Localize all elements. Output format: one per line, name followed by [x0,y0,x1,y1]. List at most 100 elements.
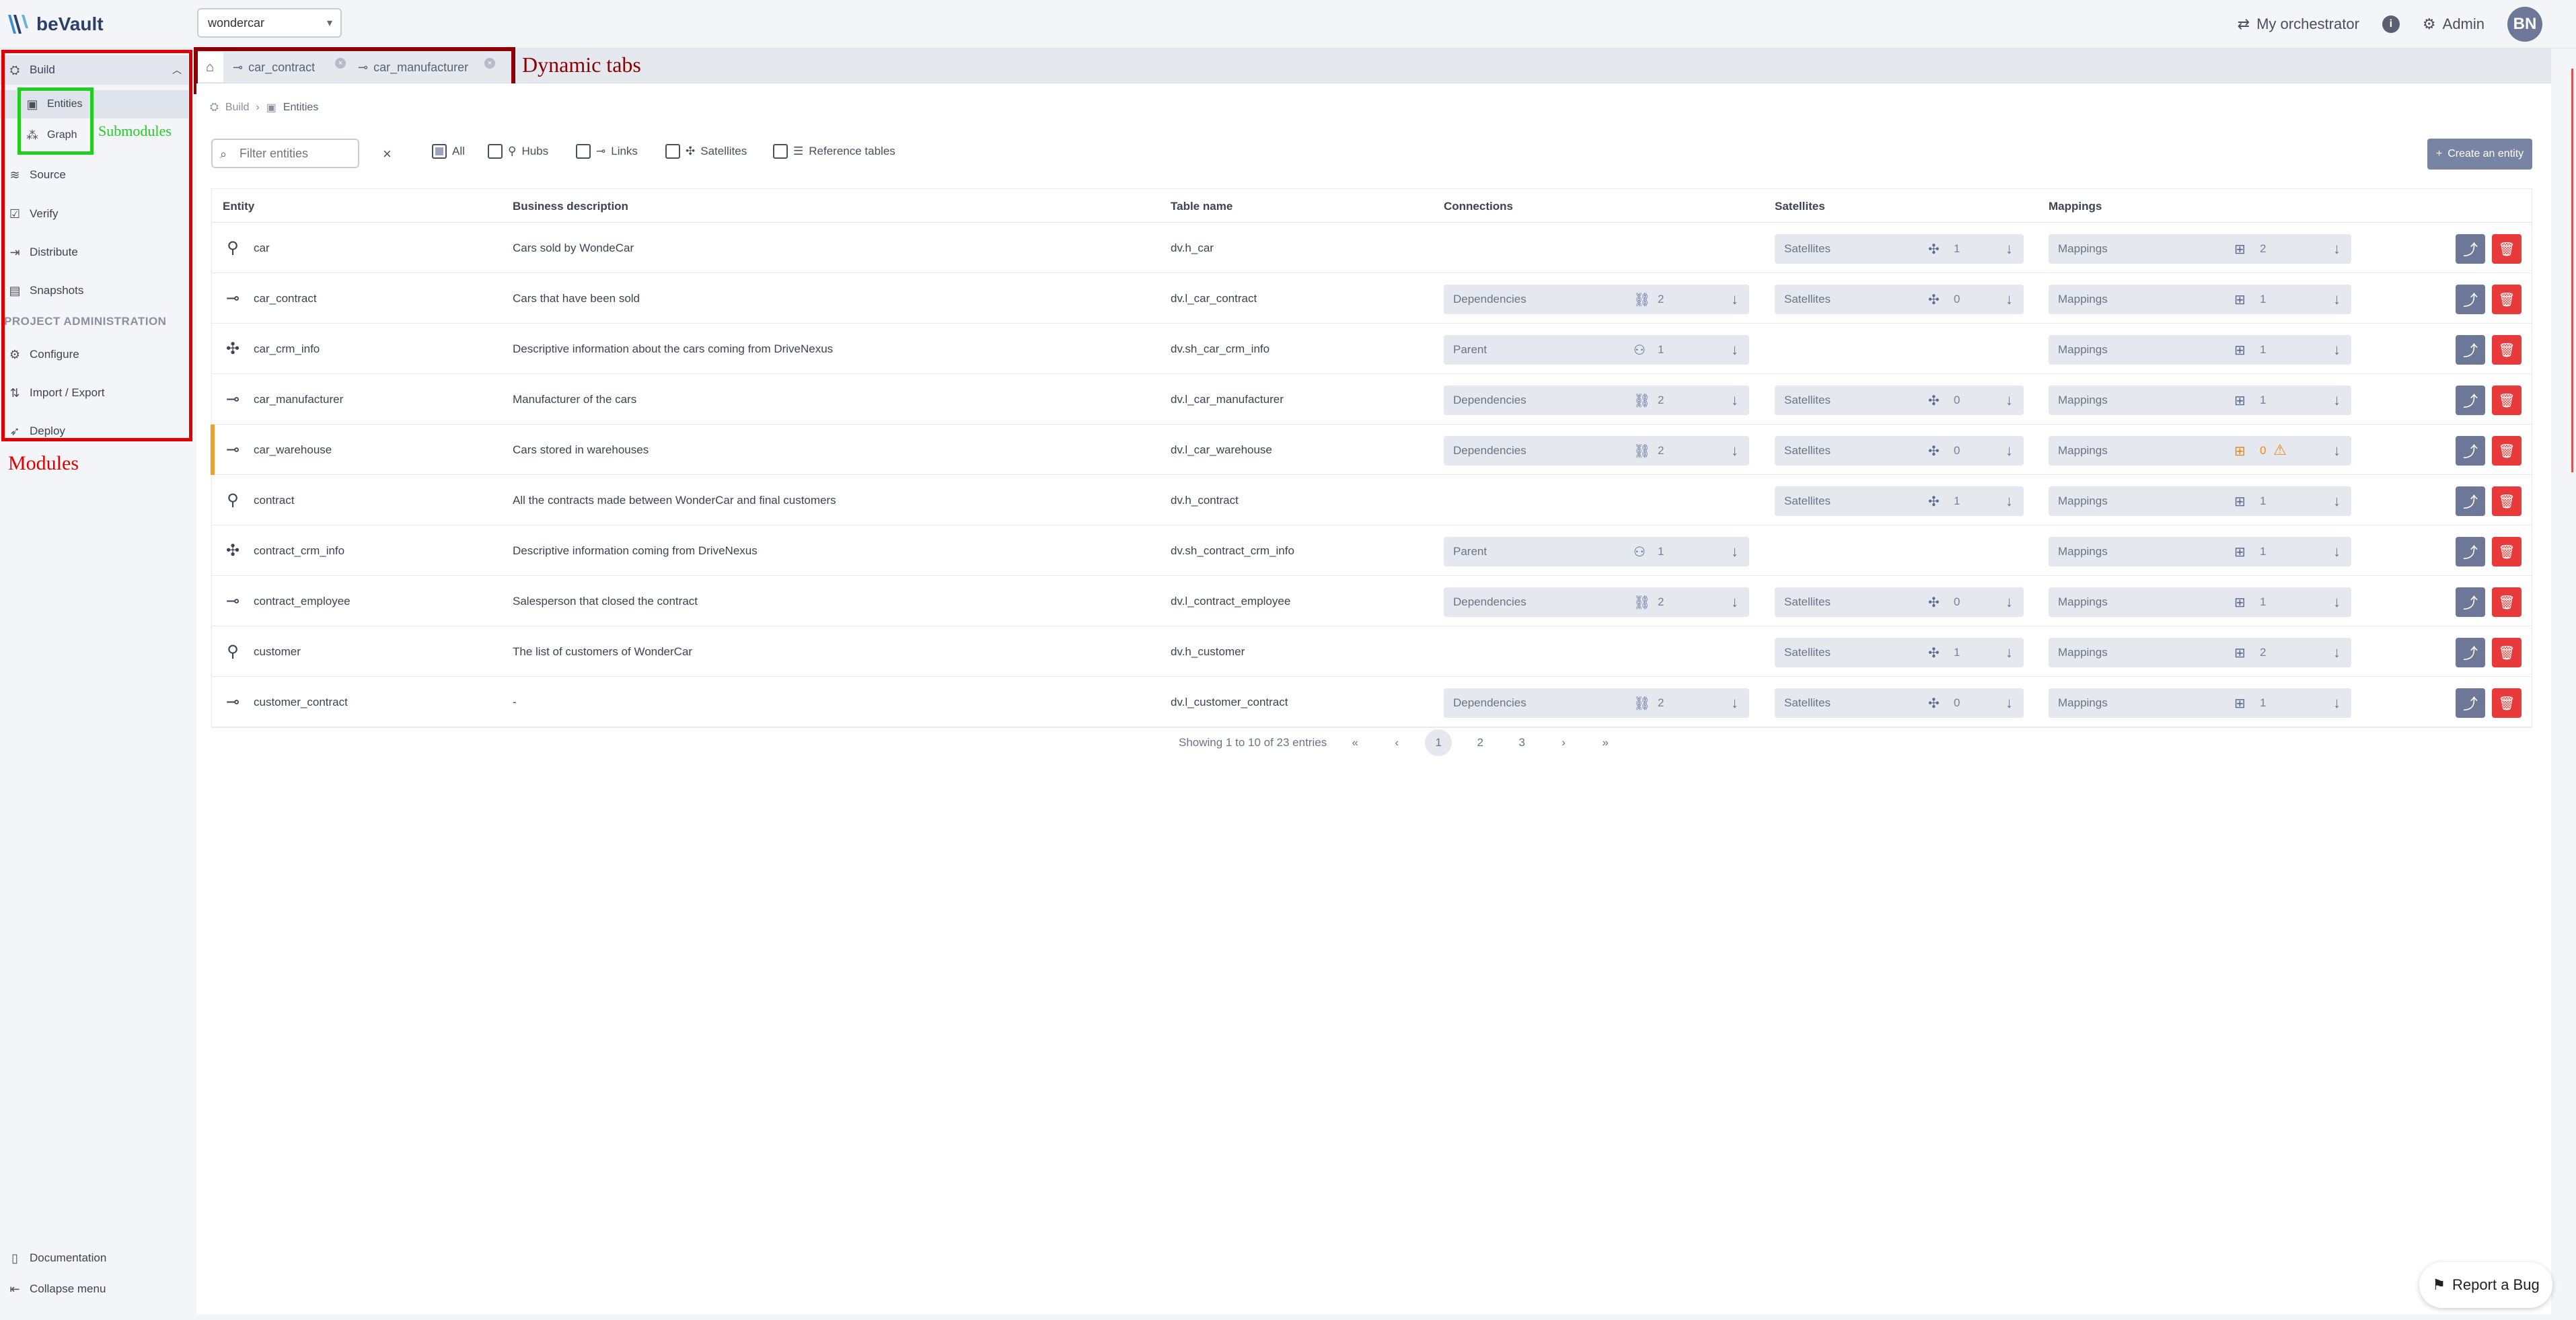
column-header-satellites[interactable]: Satellites [1775,200,1825,213]
arrow-down-icon[interactable]: ↓ [1731,291,1738,308]
column-header-table-name[interactable]: Table name [1171,200,1232,213]
connections-dropdown[interactable]: Parent ⚇ 1 ↓ [1444,335,1749,365]
open-entity-button[interactable]: ⤴ [2456,285,2485,314]
checkbox[interactable] [665,144,680,159]
mappings-dropdown[interactable]: Mappings ⊞ 1 ↓ [2049,285,2351,314]
arrow-down-icon[interactable]: ↓ [2005,593,2013,611]
arrow-down-icon[interactable]: ↓ [1731,694,1738,712]
entity-name[interactable]: contract [254,494,294,507]
mappings-dropdown[interactable]: Mappings ⊞ 2 ↓ [2049,638,2351,667]
mappings-dropdown[interactable]: Mappings ⊞ 0 ⚠ ↓ [2049,436,2351,466]
delete-entity-button[interactable]: 🗑 [2492,285,2522,314]
scrollbar-thumb[interactable] [2571,69,2573,472]
delete-entity-button[interactable]: 🗑 [2492,335,2522,365]
mappings-dropdown[interactable]: Mappings ⊞ 1 ↓ [2049,486,2351,516]
app-logo[interactable]: beVault [5,9,104,39]
connections-dropdown[interactable]: Dependencies ⛓ 2 ↓ [1444,436,1749,466]
filter-hubs[interactable]: ⚲ Hubs [488,144,548,159]
satellites-dropdown[interactable]: Satellites ✣ 1 ↓ [1775,638,2024,667]
table-row[interactable]: ✣ car_crm_info Descriptive information abo… [212,324,2532,374]
table-row[interactable]: ⚲ car Cars sold by WondeCar dv.h_car Satelli… [212,223,2532,273]
mappings-dropdown[interactable]: Mappings ⊞ 1 ↓ [2049,335,2351,365]
project-select[interactable]: wondercar ▾ [197,8,342,38]
entity-name[interactable]: car_crm_info [254,342,320,356]
delete-entity-button[interactable]: 🗑 [2492,688,2522,718]
mappings-dropdown[interactable]: Mappings ⊞ 1 ↓ [2049,688,2351,718]
table-row[interactable]: ⚲ customer The list of customers of Wonder… [212,626,2532,677]
table-row[interactable]: ⊸ car_manufacturer Manufacturer of the car… [212,374,2532,425]
satellites-dropdown[interactable]: Satellites ✣ 1 ↓ [1775,486,2024,516]
entity-name[interactable]: car_contract [254,292,317,305]
open-entity-button[interactable]: ⤴ [2456,486,2485,516]
column-header-mappings[interactable]: Mappings [2049,200,2102,213]
orchestrator-link[interactable]: ⇄ My orchestrator [2238,15,2359,33]
satellites-dropdown[interactable]: Satellites ✣ 0 ↓ [1775,436,2024,466]
page-button-2[interactable]: 2 [1467,729,1494,756]
open-entity-button[interactable]: ⤴ [2456,234,2485,264]
entity-name[interactable]: contract_crm_info [254,544,344,558]
sidebar-item-documentation[interactable]: ▯ Documentation [0,1243,188,1273]
entity-name[interactable]: contract_employee [254,595,351,608]
arrow-down-icon[interactable]: ↓ [2005,492,2013,510]
arrow-down-icon[interactable]: ↓ [2005,442,2013,460]
scrollbar[interactable] [2561,48,2575,1320]
arrow-down-icon[interactable]: ↓ [2333,291,2341,308]
arrow-down-icon[interactable]: ↓ [2333,644,2341,661]
open-entity-button[interactable]: ⤴ [2456,436,2485,466]
arrow-down-icon[interactable]: ↓ [2333,593,2341,611]
next-page-icon[interactable]: › [1550,729,1577,756]
open-entity-button[interactable]: ⤴ [2456,688,2485,718]
table-row[interactable]: ⊸ car_warehouse Cars stored in warehouses d… [211,425,2532,475]
open-entity-button[interactable]: ⤴ [2456,537,2485,566]
arrow-down-icon[interactable]: ↓ [2333,543,2341,560]
arrow-down-icon[interactable]: ↓ [2333,694,2341,712]
delete-entity-button[interactable]: 🗑 [2492,587,2522,617]
entity-name[interactable]: car [254,242,270,255]
satellites-dropdown[interactable]: Satellites ✣ 0 ↓ [1775,386,2024,415]
filter-reference-tables[interactable]: ☰ Reference tables [773,144,895,159]
table-row[interactable]: ⚲ contract All the contracts made between … [212,475,2532,525]
arrow-down-icon[interactable]: ↓ [2005,644,2013,661]
checkbox[interactable] [432,144,447,159]
delete-entity-button[interactable]: 🗑 [2492,436,2522,466]
info-icon[interactable]: i [2382,15,2400,33]
mappings-dropdown[interactable]: Mappings ⊞ 1 ↓ [2049,537,2351,566]
arrow-down-icon[interactable]: ↓ [2005,291,2013,308]
column-header-description[interactable]: Business description [513,200,628,213]
satellites-dropdown[interactable]: Satellites ✣ 0 ↓ [1775,587,2024,617]
arrow-down-icon[interactable]: ↓ [2005,392,2013,409]
page-button-3[interactable]: 3 [1508,729,1535,756]
checkbox[interactable] [576,144,591,159]
entity-name[interactable]: car_manufacturer [254,393,343,406]
table-row[interactable]: ⊸ contract_employee Salesperson that close… [212,576,2532,626]
arrow-down-icon[interactable]: ↓ [2005,240,2013,258]
table-row[interactable]: ⊸ customer_contract - dv.l_customer_contrac… [212,677,2532,727]
open-entity-button[interactable]: ⤴ [2456,335,2485,365]
admin-link[interactable]: ⚙ Admin [2423,15,2485,33]
connections-dropdown[interactable]: Dependencies ⛓ 2 ↓ [1444,688,1749,718]
arrow-down-icon[interactable]: ↓ [1731,593,1738,611]
satellites-dropdown[interactable]: Satellites ✣ 0 ↓ [1775,688,2024,718]
filter-entities-input[interactable] [211,139,359,168]
create-entity-button[interactable]: + Create an entity [2427,139,2532,170]
satellites-dropdown[interactable]: Satellites ✣ 1 ↓ [1775,234,2024,264]
avatar[interactable]: BN [2507,7,2542,42]
filter-all[interactable]: All [432,144,465,159]
table-row[interactable]: ⊸ car_contract Cars that have been sold dv.… [212,273,2532,324]
first-page-icon[interactable]: « [1341,729,1368,756]
delete-entity-button[interactable]: 🗑 [2492,638,2522,667]
arrow-down-icon[interactable]: ↓ [2333,240,2341,258]
table-row[interactable]: ✣ contract_crm_info Descriptive informatio… [212,525,2532,576]
delete-entity-button[interactable]: 🗑 [2492,386,2522,415]
breadcrumb-root[interactable]: Build [225,102,250,114]
open-entity-button[interactable]: ⤴ [2456,587,2485,617]
arrow-down-icon[interactable]: ↓ [2005,694,2013,712]
arrow-down-icon[interactable]: ↓ [2333,442,2341,460]
filter-satellites[interactable]: ✣ Satellites [665,144,747,159]
previous-page-icon[interactable]: ‹ [1383,729,1410,756]
arrow-down-icon[interactable]: ↓ [2333,341,2341,359]
connections-dropdown[interactable]: Dependencies ⛓ 2 ↓ [1444,386,1749,415]
delete-entity-button[interactable]: 🗑 [2492,537,2522,566]
clear-icon[interactable]: × [383,145,392,163]
mappings-dropdown[interactable]: Mappings ⊞ 2 ↓ [2049,234,2351,264]
